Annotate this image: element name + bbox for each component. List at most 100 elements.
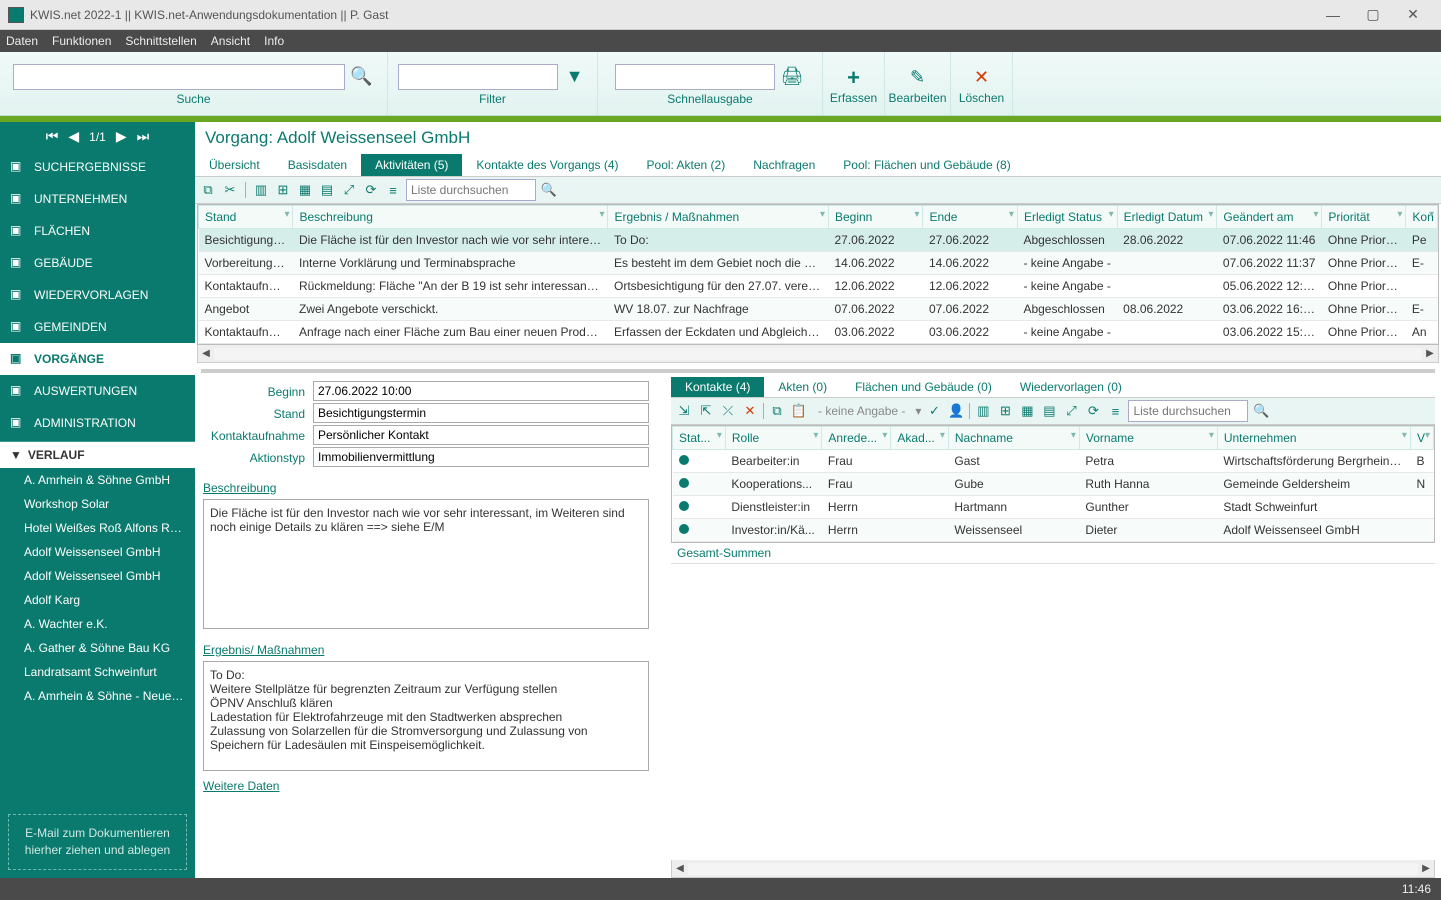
filter-icon[interactable]: ▾ — [1397, 209, 1402, 220]
scroll-left-icon[interactable]: ◀ — [198, 348, 214, 359]
table-row[interactable]: Besichtigungst...Die Fläche ist für den … — [199, 229, 1438, 252]
menu-funktionen[interactable]: Funktionen — [52, 34, 111, 48]
filter-icon[interactable]: ▾ — [599, 209, 604, 220]
layout2-icon[interactable]: ▤ — [1040, 402, 1058, 420]
column-header[interactable]: Beschreibung▾ — [293, 206, 608, 229]
column-header[interactable]: Stat...▾ — [673, 427, 726, 450]
columns-icon[interactable]: ▥ — [252, 181, 270, 199]
grid-search-input[interactable] — [406, 179, 536, 201]
expand2-icon[interactable]: ⤢ — [1062, 402, 1080, 420]
cut-icon[interactable]: ✂ — [221, 181, 239, 199]
refresh-icon[interactable]: ⟳ — [362, 181, 380, 199]
export-excel-icon[interactable]: ▦ — [296, 181, 314, 199]
verlauf-item[interactable]: Adolf Weissenseel GmbH — [0, 564, 195, 588]
kontaktaufnahme-field[interactable] — [313, 425, 649, 445]
beginn-field[interactable] — [313, 381, 649, 401]
filter-icon[interactable]: ▾ — [940, 430, 945, 441]
tab[interactable]: Übersicht — [195, 154, 274, 176]
tab[interactable]: Nachfragen — [739, 154, 829, 176]
tab[interactable]: Pool: Flächen und Gebäude (8) — [829, 154, 1024, 176]
table-row[interactable]: Kontaktaufnah...Anfrage nach einer Fläch… — [199, 321, 1438, 344]
search-input[interactable] — [13, 64, 345, 90]
filter-icon[interactable]: ▾ — [1071, 430, 1076, 441]
sub-tab[interactable]: Wiedervorlagen (0) — [1006, 377, 1136, 397]
sidebar-item-5[interactable]: ▣GEMEINDEN — [0, 311, 195, 343]
filter-icon[interactable]: ▾ — [1209, 430, 1214, 441]
column-header[interactable]: Erledigt Status▾ — [1017, 206, 1117, 229]
table-row[interactable]: Bearbeiter:inFrauGastPetraWirtschaftsför… — [673, 450, 1434, 473]
tab[interactable]: Kontakte des Vorgangs (4) — [462, 154, 632, 176]
list-icon[interactable]: ≡ — [384, 181, 402, 199]
delete-icon[interactable]: ✕ — [969, 65, 995, 91]
kontakt-search-input[interactable] — [1128, 400, 1248, 422]
ergebnis-label[interactable]: Ergebnis/ Maßnahmen — [203, 643, 649, 657]
tab[interactable]: Aktivitäten (5) — [361, 154, 462, 176]
column-header[interactable]: Stand▾ — [199, 206, 293, 229]
link-icon[interactable]: ⇲ — [675, 402, 693, 420]
sidebar-item-3[interactable]: ▣GEBÄUDE — [0, 247, 195, 279]
filter-icon[interactable]: ▾ — [717, 430, 722, 441]
nav-first-icon[interactable]: ⏮ — [46, 128, 59, 145]
sidebar-item-7[interactable]: ▣AUSWERTUNGEN — [0, 375, 195, 407]
excel2-icon[interactable]: ▦ — [1018, 402, 1036, 420]
verlauf-item[interactable]: A. Wachter e.K. — [0, 612, 195, 636]
filter-icon[interactable]: ▼ — [562, 64, 588, 90]
bearbeiten-label[interactable]: Bearbeiten — [888, 91, 946, 105]
link-add-icon[interactable]: ⇱ — [697, 402, 715, 420]
table-row[interactable]: Kooperations...FrauGubeRuth HannaGemeind… — [673, 473, 1434, 496]
columns2-icon[interactable]: ▥ — [974, 402, 992, 420]
filter-icon[interactable]: ▾ — [1429, 209, 1434, 220]
verlauf-item[interactable]: A. Gather & Söhne Bau KG — [0, 636, 195, 660]
minimize-button[interactable]: — — [1313, 0, 1353, 30]
ergebnis-textarea[interactable]: To Do:Weitere Stellplätze für begrenzten… — [203, 661, 649, 771]
refresh2-icon[interactable]: ⟳ — [1084, 402, 1102, 420]
filter-icon[interactable]: ▾ — [882, 430, 887, 441]
grid-search-icon[interactable]: 🔍 — [540, 181, 558, 199]
menu-ansicht[interactable]: Ansicht — [211, 34, 250, 48]
column-header[interactable]: Rolle▾ — [725, 427, 822, 450]
sidebar-item-2[interactable]: ▣FLÄCHEN — [0, 215, 195, 247]
nav-last-icon[interactable]: ⏭ — [137, 128, 150, 145]
column-header[interactable]: Nachname▾ — [948, 427, 1079, 450]
tab[interactable]: Basisdaten — [274, 154, 361, 176]
copy-icon[interactable]: ⧉ — [199, 181, 217, 199]
check-icon[interactable]: ✓ — [925, 402, 943, 420]
grid-hscroll[interactable]: ◀ ▶ — [197, 345, 1439, 363]
table-row[interactable]: Dienstleister:inHerrnHartmannGuntherStad… — [673, 496, 1434, 519]
verlauf-item[interactable]: Hotel Weißes Roß Alfons Rudl... — [0, 516, 195, 540]
close-button[interactable]: ✕ — [1393, 0, 1433, 30]
angabe-select[interactable]: - keine Angabe - — [812, 404, 911, 418]
filter-icon[interactable]: ▾ — [1208, 209, 1213, 220]
layout-icon[interactable]: ▤ — [318, 181, 336, 199]
expand-icon[interactable]: ⤢ — [340, 181, 358, 199]
table-row[interactable]: AngebotZwei Angebote verschickt.WV 18.07… — [199, 298, 1438, 321]
table-row[interactable]: Vorbereitung B...Interne Vorklärung und … — [199, 252, 1438, 275]
activities-grid[interactable]: Stand▾Beschreibung▾Ergebnis / Maßnahmen▾… — [197, 204, 1439, 345]
sidebar-item-4[interactable]: ▣WIEDERVORLAGEN — [0, 279, 195, 311]
loeschen-label[interactable]: Löschen — [959, 91, 1004, 105]
column-header[interactable]: Priorität▾ — [1322, 206, 1406, 229]
column-header[interactable]: Ergebnis / Maßnahmen▾ — [608, 206, 828, 229]
filter-icon[interactable]: ▾ — [1313, 209, 1318, 220]
weitere-daten-link[interactable]: Weitere Daten — [203, 779, 279, 793]
sub-tab[interactable]: Kontakte (4) — [671, 377, 764, 397]
column-header[interactable]: Anrede...▾ — [822, 427, 891, 450]
print-icon[interactable]: 🖨 — [779, 64, 805, 90]
col-add2-icon[interactable]: ⊞ — [996, 402, 1014, 420]
verlauf-item[interactable]: Workshop Solar — [0, 492, 195, 516]
column-header[interactable]: Ende▾ — [923, 206, 1017, 229]
nav-prev-icon[interactable]: ◀ — [68, 128, 79, 145]
menu-info[interactable]: Info — [264, 34, 284, 48]
kontakte-grid[interactable]: Stat...▾Rolle▾Anrede...▾Akad...▾Nachname… — [671, 425, 1435, 543]
menu-daten[interactable]: Daten — [6, 34, 38, 48]
filter-icon[interactable]: ▾ — [820, 209, 825, 220]
beschreibung-label[interactable]: Beschreibung — [203, 481, 649, 495]
nav-next-icon[interactable]: ▶ — [116, 128, 127, 145]
sidebar-item-6[interactable]: ▣VORGÄNGE — [0, 343, 195, 375]
copy2-icon[interactable]: ⧉ — [768, 402, 786, 420]
verlauf-item[interactable]: Adolf Weissenseel GmbH — [0, 540, 195, 564]
stand-field[interactable] — [313, 403, 649, 423]
verlauf-item[interactable]: A. Amrhein & Söhne GmbH — [0, 468, 195, 492]
column-header[interactable]: Akad...▾ — [891, 427, 948, 450]
filter-icon[interactable]: ▾ — [1402, 430, 1407, 441]
